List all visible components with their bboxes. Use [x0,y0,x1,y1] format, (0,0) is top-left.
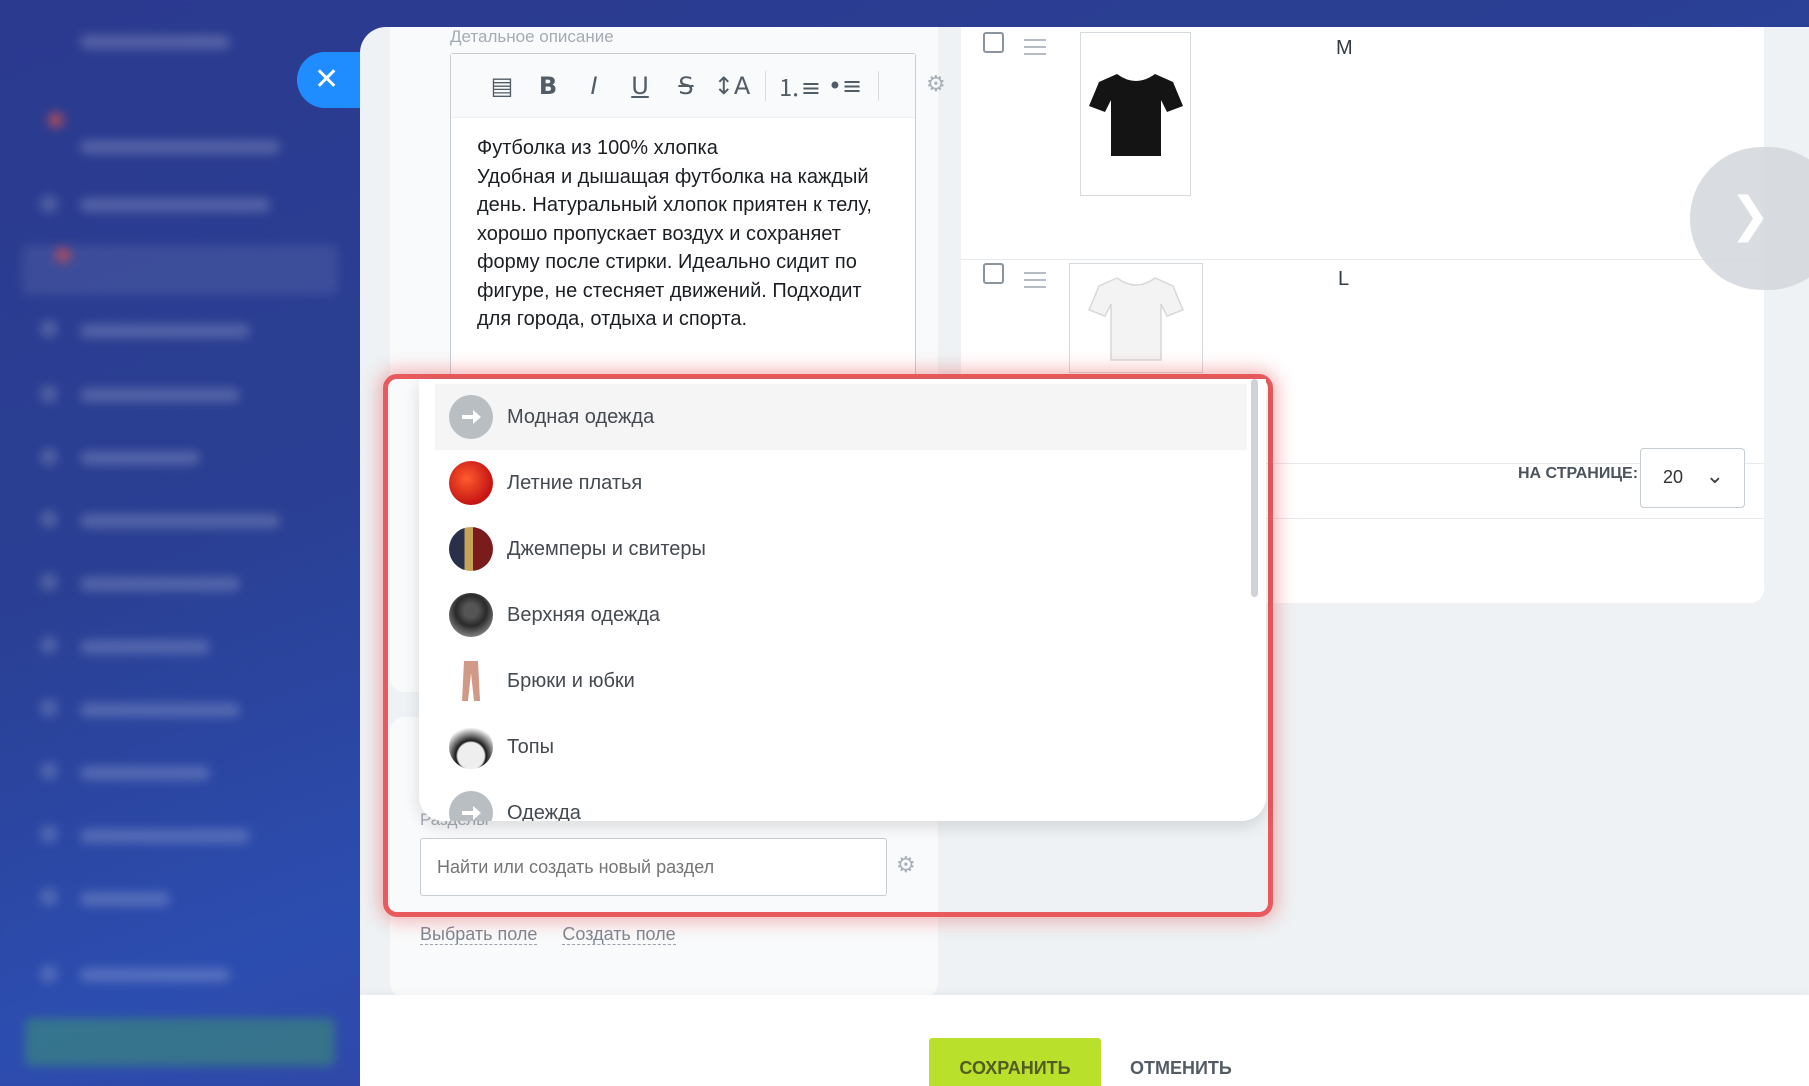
jacket-icon [449,593,493,637]
dropdown-item-label: Летние платья [507,471,643,494]
pants-icon [449,659,493,703]
underline-button[interactable]: U [617,72,663,100]
dropdown-item-label: Модная одежда [507,405,655,428]
cancel-button[interactable]: ОТМЕНИТЬ [1120,1038,1242,1086]
sweater-icon [449,527,493,571]
drag-handle-icon[interactable] [1024,39,1046,60]
editor-text-body: Удобная и дышащая футболка на каждый ден… [477,165,872,331]
arrow-icon [449,791,493,821]
strikethrough-button[interactable]: S [663,72,709,100]
product-thumbnail[interactable] [1069,263,1203,373]
media-icon[interactable]: ▤ [479,72,525,100]
chevron-right-icon: ❯ [1730,189,1771,242]
italic-button[interactable]: I [571,72,617,100]
dropdown-item[interactable]: Джемперы и свитеры [435,516,1247,582]
editor-text-title: Футболка из 100% хлопка [477,137,718,159]
dropdown-item[interactable]: Брюки и юбки [435,648,1247,714]
save-button[interactable]: СОХРАНИТЬ [929,1038,1101,1086]
field-links: Выбрать поле Создать поле [420,924,696,945]
dropdown-item[interactable]: Модная одежда [435,384,1247,450]
per-page-label: НА СТРАНИЦЕ: [1518,465,1639,482]
table-row: M [961,27,1764,260]
toolbar-divider [765,70,766,101]
dropdown-item[interactable]: Летние платья [435,450,1247,516]
dropdown-item-label: Топы [507,735,554,758]
size-label: M [1336,37,1353,59]
dropdown-item[interactable]: Топы [435,714,1247,780]
dropdown-item-label: Брюки и юбки [507,669,635,692]
dropdown-item[interactable]: Верхняя одежда [435,582,1247,648]
font-size-button[interactable]: ↕A [709,72,755,100]
create-field-link[interactable]: Создать поле [562,924,676,945]
bold-button[interactable]: B [525,72,571,100]
per-page-select[interactable]: 20 ⌄ [1640,448,1745,508]
row-checkbox[interactable] [983,32,1004,53]
dropdown-item-label: Одежда [507,801,581,822]
product-thumbnail[interactable] [1080,32,1191,196]
dropdown-item[interactable]: Одежда [435,780,1247,821]
bottom-action-bar: СОХРАНИТЬ ОТМЕНИТЬ [360,995,1809,1086]
toolbar-divider [878,70,879,101]
dropdown-item-label: Верхняя одежда [507,603,661,626]
detail-description-label: Детальное описание [450,27,614,46]
background-sidebar [0,0,360,1086]
size-label: L [1338,268,1350,290]
tshirt-black-icon [1088,74,1183,156]
ordered-list-button[interactable]: ⒈≡ [776,68,822,103]
per-page-value: 20 [1663,467,1684,487]
dropdown-scrollbar[interactable] [1251,379,1258,597]
row-checkbox[interactable] [983,263,1004,284]
chevron-down-icon: ⌄ [1705,463,1724,488]
sections-dropdown: Модная одежда Летние платья Джемперы и с… [419,379,1266,821]
editor-toolbar: ▤ B I U S ↕A ⒈≡ •≡ [451,54,915,118]
tshirt-white-icon [1088,277,1184,361]
arrow-icon [449,395,493,439]
editor-content[interactable]: Футболка из 100% хлопка Удобная и дышаща… [451,118,915,350]
drag-handle-icon[interactable] [1024,272,1046,293]
select-field-link[interactable]: Выбрать поле [420,924,538,945]
bullet-list-button[interactable]: •≡ [822,72,868,100]
dropdown-item-label: Джемперы и свитеры [507,537,706,560]
dress-icon [449,461,493,505]
top-icon [449,725,493,769]
close-icon: ✕ [314,63,340,96]
rich-text-editor[interactable]: ▤ B I U S ↕A ⒈≡ •≡ Футболка из 100% хлоп… [450,53,916,413]
gear-icon[interactable]: ⚙ [926,71,946,97]
